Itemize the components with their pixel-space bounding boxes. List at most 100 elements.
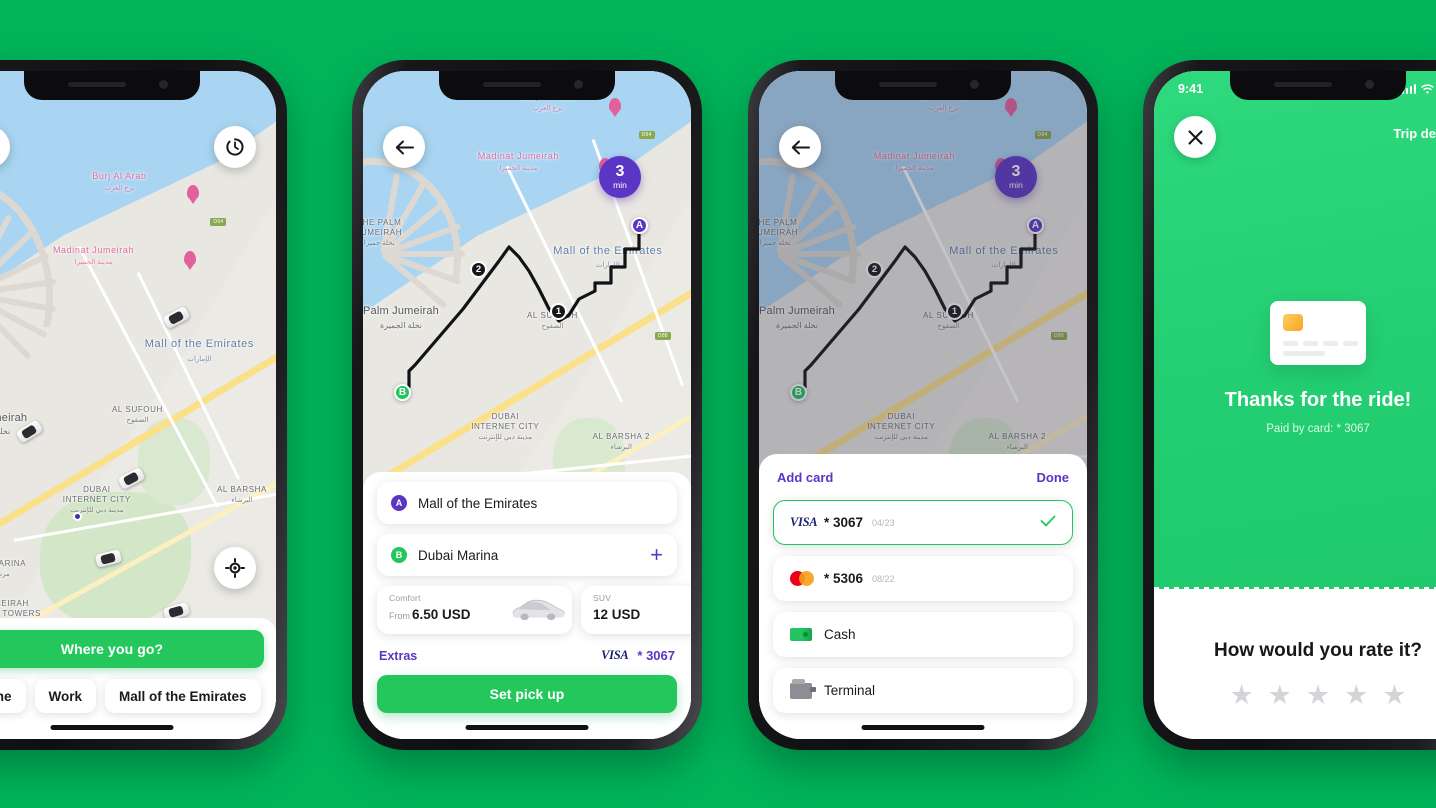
wifi-icon	[1421, 84, 1434, 94]
map-label: Burj Al Arabبرج العرب	[92, 171, 147, 193]
rating-star-5[interactable]: ★	[1382, 682, 1406, 709]
phone-4-frame: 9:41 Trip details	[1143, 60, 1436, 750]
payment-method-label: Cash	[824, 627, 856, 642]
palm-island-fronds	[0, 191, 56, 391]
speaker-icon	[483, 82, 541, 87]
map-label: THE PALMJUMEIRAHنخلة جميرا	[363, 217, 403, 247]
back-button[interactable]	[779, 126, 821, 168]
road-shield: D94	[210, 217, 227, 226]
credit-card-illustration	[1270, 301, 1366, 365]
tariff-card-comfort[interactable]: Comfort From 6.50 USD	[377, 586, 572, 634]
map-label: Palm Jumeirahنخلة الجميرة	[363, 304, 439, 330]
card-number-placeholder	[1303, 341, 1318, 346]
shortcut-chip-work[interactable]: Work	[34, 679, 97, 713]
speaker-icon	[1274, 82, 1332, 87]
card-number-placeholder	[1343, 341, 1358, 346]
speaker-icon	[68, 82, 126, 87]
destination-address-row[interactable]: B Dubai Marina +	[377, 534, 677, 576]
map-poi-icon	[187, 184, 200, 200]
status-icons	[1401, 84, 1436, 94]
comfort-car-icon	[512, 599, 565, 621]
payment-card-number: * 3067	[637, 648, 675, 663]
extras-button[interactable]: Extras	[379, 649, 417, 663]
phone-4-screen: 9:41 Trip details	[1154, 71, 1436, 739]
front-camera-icon	[159, 80, 168, 89]
road-shield: D88	[654, 331, 671, 340]
map-label: DUBAI INTERNET CITY مدينة دبي للإنترنت	[62, 485, 131, 515]
add-card-button[interactable]: Add card	[777, 470, 833, 485]
map-poi-icon	[609, 97, 621, 113]
notch	[24, 71, 200, 100]
close-x-icon	[1187, 129, 1203, 145]
rating-stars: ★ ★ ★ ★ ★	[1154, 682, 1436, 709]
payment-method-visa[interactable]: VISA * 3067 04/23	[773, 500, 1073, 545]
thanks-title: Thanks for the ride!	[1224, 389, 1412, 411]
back-arrow-icon	[395, 140, 414, 154]
my-location-button[interactable]	[214, 547, 256, 589]
notch	[1230, 71, 1406, 100]
set-pick-up-button[interactable]: Set pick up	[377, 675, 677, 713]
where-you-go-button[interactable]: Where you go?	[0, 630, 264, 668]
phone-3-frame: Burj Al Arabبرج العرب Madinat Jumeirahمد…	[748, 60, 1098, 750]
map-label: Madinat Jumeirah مدينة الجميرا	[477, 151, 559, 173]
tariff-list: Comfort From 6.50 USD SUV 12 USD	[377, 586, 691, 634]
rating-star-3[interactable]: ★	[1306, 682, 1330, 709]
payment-method-label: * 5306	[824, 571, 864, 586]
phone-2-screen: Burj Al Arabبرج العرب Madinat Jumeirahمد…	[363, 71, 691, 739]
sheet-header: Add card Done	[773, 470, 1073, 485]
payment-method-terminal[interactable]: Terminal	[773, 668, 1073, 713]
map-label: AL SUFOUH الصفوح	[527, 311, 578, 331]
map-label: DUBAI INTERNET CITY مدينة دبي للإنترنت	[471, 411, 540, 441]
payment-method-label: Terminal	[824, 683, 876, 698]
tariff-price: 12 USD	[593, 607, 641, 622]
phone-3-screen: Burj Al Arabبرج العرب Madinat Jumeirahمد…	[759, 71, 1087, 739]
payment-method-mastercard[interactable]: * 5306 08/22	[773, 556, 1073, 601]
done-button[interactable]: Done	[1037, 470, 1070, 485]
rating-star-1[interactable]: ★	[1229, 682, 1253, 709]
phone-1-screen: Burj Al Arab برج العرب Madinat Jumeirah مد…	[0, 71, 276, 739]
road-shield: D94	[638, 131, 655, 140]
map-label: Mall of the Emirates الإمارات	[144, 338, 254, 363]
map-location-dot	[72, 511, 82, 521]
close-button[interactable]	[1174, 116, 1216, 158]
origin-marker-badge: A	[391, 495, 407, 511]
nearby-car-icon	[162, 306, 192, 330]
map-poi-icon	[599, 157, 612, 173]
terminal-icon	[790, 678, 824, 699]
trip-details-link[interactable]: Trip details	[1393, 126, 1436, 141]
visa-icon: VISA	[790, 515, 818, 529]
tariff-name: SUV	[593, 593, 612, 603]
payment-method-expiry: 04/23	[872, 517, 895, 528]
rating-panel: How would you rate it? ★ ★ ★ ★ ★	[1154, 590, 1436, 739]
map-label: Madinat Jumeirah مدينة الجميرا	[52, 244, 135, 266]
front-camera-icon	[970, 80, 979, 89]
origin-address-label: Mall of the Emirates	[418, 495, 538, 511]
payment-method-cash[interactable]: Cash	[773, 612, 1073, 657]
ride-history-button[interactable]	[214, 126, 256, 168]
speaker-icon	[879, 82, 937, 87]
my-location-icon	[225, 558, 245, 578]
payment-method-label: * 3067	[824, 515, 864, 530]
card-number-placeholder	[1283, 341, 1298, 346]
front-camera-icon	[574, 80, 583, 89]
add-stop-plus-icon[interactable]: +	[650, 544, 663, 566]
checkmark-icon	[1040, 514, 1056, 531]
rating-star-4[interactable]: ★	[1344, 682, 1368, 709]
map-label: AL BARSHA 2 البرشاء	[592, 431, 651, 451]
trip-setup-sheet: A Mall of the Emirates B Dubai Marina + …	[363, 472, 691, 739]
front-camera-icon	[1365, 80, 1374, 89]
payment-method-button[interactable]: VISA * 3067	[601, 648, 675, 663]
map-label: AL BARSHA البرشاء	[216, 485, 267, 505]
rating-star-2[interactable]: ★	[1268, 682, 1292, 709]
card-number-placeholder	[1323, 341, 1338, 346]
extras-and-payment-row: Extras VISA * 3067	[377, 648, 677, 663]
shortcut-chip-home[interactable]: Home	[0, 679, 26, 713]
home-bottom-panel: Where you go? Home Work Mall of the Emir…	[0, 618, 276, 739]
mastercard-icon	[790, 571, 824, 586]
map-label: AL SUFOUH الصفوح	[112, 405, 163, 424]
back-button[interactable]	[383, 126, 425, 168]
tariff-card-suv[interactable]: SUV 12 USD	[581, 586, 691, 634]
origin-address-row[interactable]: A Mall of the Emirates	[377, 482, 677, 524]
shortcut-chip-mall[interactable]: Mall of the Emirates	[105, 679, 261, 713]
map-poi-icon	[184, 251, 197, 267]
